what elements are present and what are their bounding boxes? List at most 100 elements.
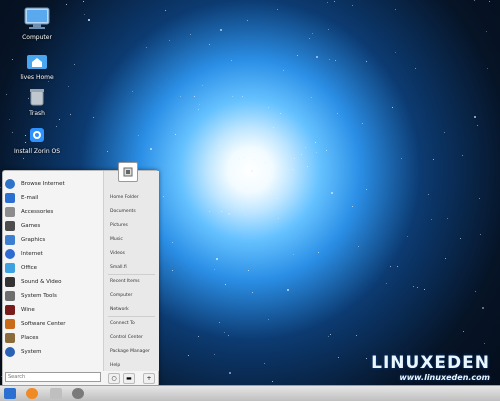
- menu-item-software-center[interactable]: Software Center: [5, 317, 101, 330]
- star: [188, 355, 189, 356]
- desktop-icon-label: Computer: [22, 34, 52, 41]
- desktop-icon-computer[interactable]: Computer: [12, 6, 62, 41]
- place-control-center[interactable]: Control Center: [110, 335, 143, 340]
- menu-item-places[interactable]: Places: [5, 331, 101, 344]
- star: [198, 336, 199, 337]
- power-button[interactable]: ○: [108, 373, 120, 384]
- star: [239, 159, 240, 160]
- menu-item-sound-video[interactable]: Sound & Video: [5, 275, 101, 288]
- star: [280, 113, 281, 114]
- star: [474, 0, 475, 1]
- star: [214, 354, 215, 355]
- place-home-folder[interactable]: Home Folder: [110, 195, 139, 200]
- star: [228, 335, 229, 336]
- star: [428, 194, 429, 195]
- menu-item-office[interactable]: Office: [5, 261, 101, 274]
- star: [70, 114, 71, 115]
- menu-item-graphics[interactable]: Graphics: [5, 233, 101, 246]
- star: [232, 96, 233, 97]
- star: [307, 166, 308, 167]
- star: [329, 59, 330, 60]
- star: [216, 258, 218, 260]
- menu-item-internet[interactable]: Internet: [5, 247, 101, 260]
- lock-button[interactable]: ▬: [123, 373, 135, 384]
- star: [484, 343, 485, 344]
- expand-button[interactable]: +: [143, 373, 155, 384]
- menu-item-games[interactable]: Games: [5, 219, 101, 232]
- star: [315, 142, 316, 143]
- star: [415, 68, 416, 69]
- desktop-icon-label: Trash: [29, 110, 45, 117]
- place-documents[interactable]: Documents: [110, 209, 136, 214]
- place-package-manager[interactable]: Package Manager: [110, 349, 150, 354]
- place-connect-to[interactable]: Connect To: [110, 321, 135, 326]
- star: [0, 187, 1, 188]
- desktop-icon-home[interactable]: lives Home: [12, 52, 62, 81]
- star: [480, 234, 481, 235]
- menu-button[interactable]: [4, 388, 16, 399]
- place-small[interactable]: Small.fi: [110, 265, 127, 270]
- place-music[interactable]: Music: [110, 237, 123, 242]
- user-avatar[interactable]: [118, 162, 138, 182]
- star: [401, 158, 402, 159]
- separator: [108, 274, 155, 275]
- menu-item-email[interactable]: E-mail: [5, 191, 101, 204]
- menu-item-system-tools[interactable]: System Tools: [5, 289, 101, 302]
- star: [244, 157, 245, 158]
- place-videos[interactable]: Videos: [110, 251, 125, 256]
- star: [462, 155, 463, 156]
- star: [23, 158, 24, 159]
- menu-item-wine[interactable]: Wine: [5, 303, 101, 316]
- desktop-icon-trash[interactable]: Trash: [12, 88, 62, 117]
- star: [93, 117, 94, 118]
- star: [235, 206, 236, 207]
- star: [277, 198, 278, 199]
- firefox-icon[interactable]: [26, 388, 38, 399]
- star: [74, 64, 75, 65]
- star: [366, 61, 367, 62]
- folder-icon[interactable]: [50, 388, 62, 399]
- place-recent-items[interactable]: Recent Items: [110, 279, 140, 284]
- star: [209, 211, 210, 212]
- system-info-icon: [5, 346, 15, 357]
- star: [328, 336, 329, 337]
- star: [358, 246, 359, 247]
- star: [386, 283, 387, 284]
- games-icon: [5, 220, 15, 231]
- place-computer[interactable]: Computer: [110, 293, 132, 298]
- menu-item-system[interactable]: System: [5, 345, 101, 358]
- star: [431, 219, 432, 220]
- star: [150, 148, 152, 150]
- star: [316, 56, 318, 58]
- star: [356, 335, 357, 336]
- star: [338, 357, 339, 358]
- menu-item-accessories[interactable]: Accessories: [5, 205, 101, 218]
- star: [433, 159, 434, 160]
- star: [277, 9, 278, 10]
- desktop-icon-install[interactable]: Install Zorin OS: [12, 126, 62, 155]
- star: [252, 292, 253, 293]
- star: [6, 94, 7, 95]
- star: [294, 158, 295, 159]
- star: [330, 334, 331, 335]
- star: [202, 85, 203, 86]
- headphones-icon[interactable]: [72, 388, 84, 399]
- star: [175, 134, 176, 135]
- star: [234, 169, 235, 170]
- menu-item-browse-internet[interactable]: Browse Internet: [5, 177, 101, 190]
- star: [362, 123, 363, 124]
- star: [268, 107, 269, 108]
- place-pictures[interactable]: Pictures: [110, 223, 128, 228]
- star: [395, 52, 396, 53]
- star: [283, 70, 284, 71]
- star: [366, 358, 367, 359]
- star: [268, 319, 269, 320]
- star: [477, 125, 478, 126]
- place-network[interactable]: Network: [110, 307, 129, 312]
- star: [242, 96, 243, 97]
- star: [328, 29, 329, 30]
- star: [424, 289, 425, 290]
- place-help[interactable]: Help: [110, 363, 120, 368]
- star: [219, 322, 220, 323]
- search-input[interactable]: [5, 372, 101, 382]
